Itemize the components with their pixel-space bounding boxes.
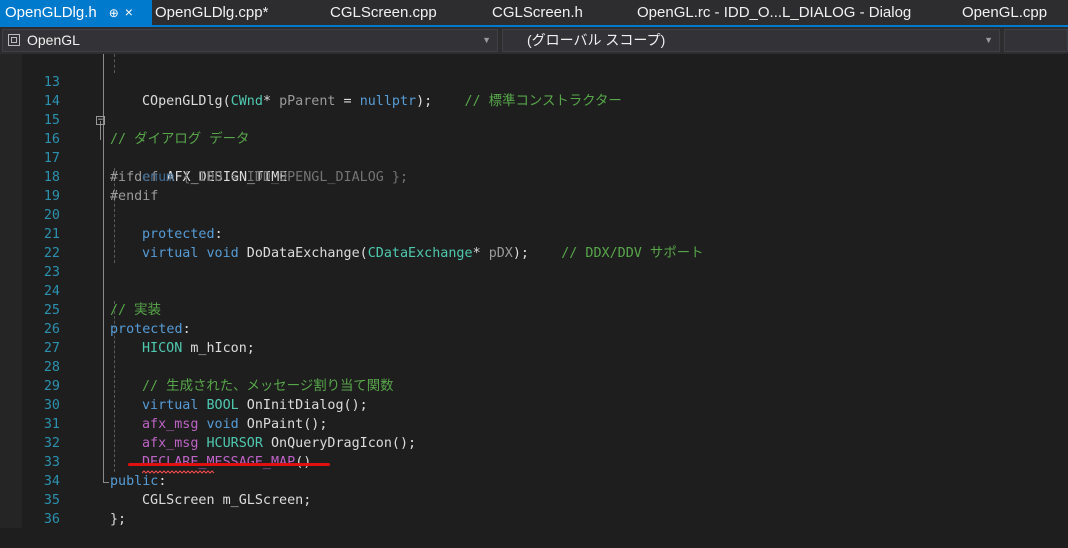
code-editor[interactable]: 13 COpenGLDlg(CWnd* pParent = nullptr); … — [22, 54, 1068, 528]
code-line: 26 HICON m_hIcon; — [22, 301, 1068, 356]
chevron-down-icon: ▼ — [482, 35, 491, 45]
code-line: 32 DECLARE_MESSAGE_MAP() — [22, 415, 1068, 470]
code-line: 31 afx_msg HCURSOR OnQueryDragIcon(); — [22, 396, 1068, 451]
annotation-underline — [128, 463, 330, 466]
code-line: 27 — [22, 320, 1068, 356]
code-line: 28 // 生成された、メッセージ割り当て関数 — [22, 339, 1068, 394]
tab-cglscreen-h[interactable]: CGLScreen.h — [492, 0, 583, 25]
code-line: 29 virtual BOOL OnInitDialog(); — [22, 358, 1068, 413]
code-line: 21 virtual void DoDataExchange(CDataExch… — [22, 206, 1068, 261]
code-line: 22 — [22, 225, 1068, 261]
code-line: 14 — [22, 73, 1068, 109]
code-line: 33 public: — [22, 434, 1068, 489]
code-line: 30 afx_msg void OnPaint(); — [22, 377, 1068, 432]
code-line: 20 protected: — [22, 187, 1068, 242]
tab-opengldlg-cpp[interactable]: OpenGLDlg.cpp* — [155, 0, 268, 25]
tab-opengldlg-h[interactable]: OpenGLDlg.h ⊕ × — [0, 0, 152, 25]
code-line: 19 — [22, 168, 1068, 204]
tab-label: OpenGL.rc - IDD_O...L_DIALOG - Dialog — [637, 4, 912, 21]
navigation-bar: OpenGL ▼ (グローバル スコープ) ▼ — [0, 25, 1068, 54]
project-dropdown[interactable]: OpenGL ▼ — [2, 29, 498, 52]
tab-label: OpenGLDlg.cpp* — [155, 4, 269, 21]
code-line: 18 #endif — [22, 149, 1068, 204]
close-icon[interactable]: × — [125, 4, 133, 20]
tab-label: CGLScreen.cpp — [330, 4, 437, 21]
tab-cglscreen-cpp[interactable]: CGLScreen.cpp — [330, 0, 437, 25]
code-text: }; — [110, 512, 127, 527]
member-dropdown[interactable] — [1004, 29, 1068, 52]
chevron-down-icon: ▼ — [984, 35, 993, 45]
code-line: 36 — [22, 491, 1068, 527]
code-line: 23 — [22, 244, 1068, 280]
line-number: 36 — [43, 512, 60, 527]
project-icon — [8, 34, 20, 46]
indicator-margin — [0, 54, 22, 528]
document-tab-bar: OpenGLDlg.h ⊕ × OpenGLDlg.cpp* CGLScreen.c… — [0, 0, 1068, 25]
tab-label: OpenGL.cpp — [962, 4, 1048, 21]
tab-opengl-rc-dialog[interactable]: OpenGL.rc - IDD_O...L_DIALOG - Dialog — [637, 0, 911, 25]
tab-label: OpenGLDlg.h — [5, 4, 97, 21]
tab-label: CGLScreen.h — [492, 4, 583, 21]
code-line: 25 protected: — [22, 282, 1068, 337]
scope-name: (グローバル スコープ) — [527, 32, 666, 48]
code-line: 15 // ダイアログ データ — [22, 92, 1068, 147]
collapse-icon[interactable]: − — [96, 116, 105, 125]
code-line: 17 enum { IDD = IDD_OPENGL_DIALOG }; — [22, 130, 1068, 185]
code-line: 13 COpenGLDlg(CWnd* pParent = nullptr); … — [22, 54, 1068, 109]
code-line: 24 // 実装 — [22, 263, 1068, 318]
scope-dropdown[interactable]: (グローバル スコープ) ▼ — [502, 29, 1000, 52]
code-line: 35 }; — [22, 472, 1068, 527]
tab-opengl-cpp[interactable]: OpenGL.cpp — [962, 0, 1047, 25]
project-name: OpenGL — [27, 32, 80, 48]
code-line: 16 − #ifdef AFX_DESIGN_TIME — [22, 111, 1068, 186]
error-squiggle — [142, 470, 215, 474]
pin-icon[interactable]: ⊕ — [109, 6, 119, 20]
